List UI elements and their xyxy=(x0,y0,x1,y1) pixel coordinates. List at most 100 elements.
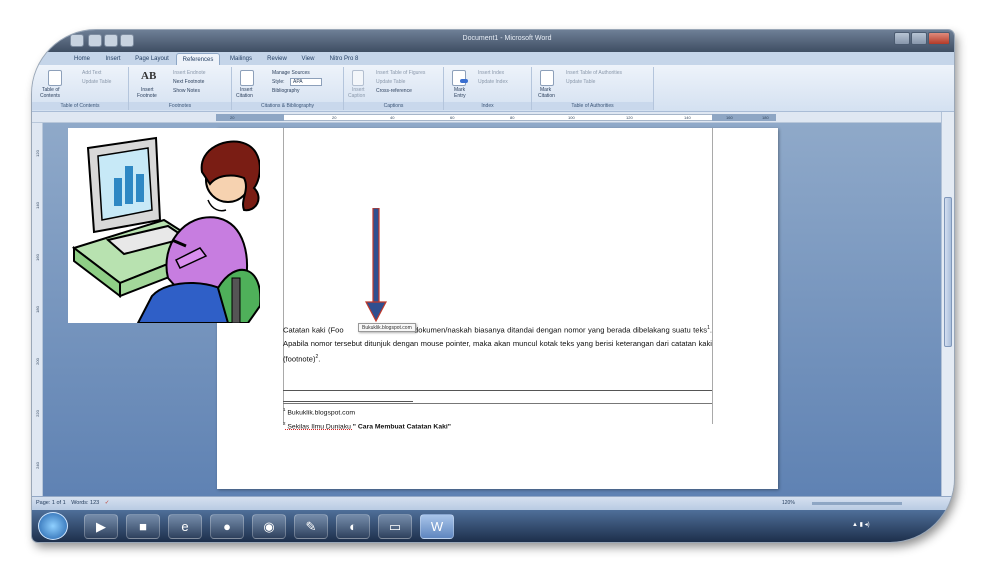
footnote-title: " Cara Membuat Catatan Kaki" xyxy=(352,423,451,431)
group-label: Table of Contents xyxy=(32,102,128,110)
update-table-button[interactable]: Update Table xyxy=(82,79,111,86)
status-text: Page: 1 of 1 Words: 123 ✓ xyxy=(36,500,109,506)
window-title: Document1 - Microsoft Word xyxy=(462,35,552,42)
style-label: Style: xyxy=(272,79,285,85)
ruler-tick: 80 xyxy=(510,115,515,120)
taskbar: ▶ ■ e ● ◉ ✎ ◐ ▭ W ▲ ▮ ◂) xyxy=(32,510,954,542)
footnotes[interactable]: 1 Bukuklik.blogspot.com 2 Sekilas Ilmu D… xyxy=(283,405,712,433)
arrow-icon xyxy=(460,79,468,83)
group-label: Citations & Bibliography xyxy=(232,102,343,110)
ribbon: Table of Contents Add Text Update Table … xyxy=(32,65,954,112)
ruler-tick: 100 xyxy=(568,115,575,120)
vertical-scrollbar[interactable] xyxy=(941,112,954,496)
paragraph[interactable]: Catatan kaki (Foo dokumen/naskah biasany… xyxy=(283,322,712,366)
document-page[interactable]: Catatan kaki (Foo dokumen/naskah biasany… xyxy=(217,128,778,489)
maximize-button[interactable] xyxy=(911,32,927,45)
update-table-authorities-button[interactable]: Update Table xyxy=(566,79,595,86)
horizontal-ruler[interactable]: 20 20 40 60 80 100 120 140 160 180 xyxy=(32,112,954,123)
firefox-icon[interactable]: ● xyxy=(210,514,244,539)
word-app-icon[interactable]: W xyxy=(420,514,454,539)
save-icon[interactable] xyxy=(88,34,102,47)
mark-entry-label: Entry xyxy=(454,93,466,99)
window-app-icon[interactable]: ▭ xyxy=(378,514,412,539)
mark-entry-icon xyxy=(452,70,466,86)
manage-sources-button[interactable]: Manage Sources xyxy=(272,70,310,77)
group-table-of-authorities: Mark Citation Insert Table of Authoritie… xyxy=(532,67,654,110)
zoom-slider[interactable] xyxy=(812,502,902,505)
table-of-contents-icon xyxy=(48,70,62,86)
add-text-button[interactable]: Add Text xyxy=(82,70,101,77)
browser-icon[interactable]: e xyxy=(168,514,202,539)
chrome-icon[interactable]: ◉ xyxy=(252,514,286,539)
footnote-2: 2 Sekilas Ilmu Duniaku " Cara Membuat Ca… xyxy=(283,419,712,433)
bibliography-button[interactable]: Bibliography xyxy=(272,88,300,95)
margin-guide xyxy=(712,128,713,424)
ruler-tick: 140 xyxy=(684,115,691,120)
footnote-text: Bukuklik.blogspot.com xyxy=(285,409,356,417)
app-icon[interactable]: ◐ xyxy=(336,514,370,539)
tab-mailings[interactable]: Mailings xyxy=(224,53,258,65)
scrollbar-thumb[interactable] xyxy=(944,197,952,347)
update-index-button[interactable]: Update Index xyxy=(478,79,508,86)
footnote-separator xyxy=(283,401,413,402)
cross-reference-button[interactable]: Cross-reference xyxy=(376,88,412,95)
insert-citation-label: Citation xyxy=(236,93,253,99)
ruler-tick: 200 xyxy=(34,358,40,365)
vertical-ruler[interactable]: 120 140 160 180 200 220 240 xyxy=(32,123,43,496)
ruler-left-margin[interactable] xyxy=(216,114,284,121)
style-select[interactable]: APA xyxy=(290,78,322,86)
insert-table-of-authorities-button[interactable]: Insert Table of Authorities xyxy=(566,70,622,77)
proofing-icon[interactable]: ✓ xyxy=(105,500,110,506)
tab-view[interactable]: View xyxy=(294,53,322,65)
group-captions: Insert Caption Insert Table of Figures U… xyxy=(344,67,444,110)
ruler-tick: 220 xyxy=(34,410,40,417)
zoom-level[interactable]: 120% xyxy=(782,500,795,506)
ruler-tick: 20 xyxy=(332,115,337,120)
ruler-tick: 20 xyxy=(230,115,235,120)
group-citations: Insert Citation Manage Sources Style: AP… xyxy=(232,67,344,110)
minimize-button[interactable] xyxy=(894,32,910,45)
group-footnotes: AB Insert Footnote Insert Endnote Next F… xyxy=(129,67,232,110)
tab-insert[interactable]: Insert xyxy=(98,53,128,65)
divider xyxy=(283,403,712,404)
insert-footnote-label: Footnote xyxy=(137,93,157,99)
pointer-arrow-icon xyxy=(365,208,387,323)
start-button[interactable] xyxy=(38,512,68,540)
show-notes-button[interactable]: Show Notes xyxy=(173,88,200,95)
insert-citation-icon xyxy=(240,70,254,86)
insert-table-of-figures-button[interactable]: Insert Table of Figures xyxy=(376,70,425,77)
paragraph-end: . xyxy=(318,354,321,364)
tool-icon[interactable]: ✎ xyxy=(294,514,328,539)
insert-index-button[interactable]: Insert Index xyxy=(478,70,504,77)
insert-endnote-button[interactable]: Insert Endnote xyxy=(173,70,206,77)
word-count[interactable]: Words: 123 xyxy=(71,500,99,506)
tab-page-layout[interactable]: Page Layout xyxy=(130,53,174,65)
group-label: Captions xyxy=(344,102,443,110)
ruler-tick: 60 xyxy=(450,115,455,120)
group-label: Index xyxy=(444,102,531,110)
insert-caption-icon xyxy=(352,70,364,86)
next-footnote-button[interactable]: Next Footnote xyxy=(173,79,204,86)
redo-icon[interactable] xyxy=(120,34,134,47)
footnote-text: Sekilas Ilmu Duniaku xyxy=(285,423,353,431)
paragraph-text: Catatan kaki (Foo xyxy=(283,325,344,335)
ruler-tick: 120 xyxy=(626,115,633,120)
close-button[interactable] xyxy=(928,32,950,45)
tab-references[interactable]: References xyxy=(176,53,220,65)
ruler-tick: 180 xyxy=(34,306,40,313)
update-table-captions-button[interactable]: Update Table xyxy=(376,79,405,86)
tab-review[interactable]: Review xyxy=(262,53,292,65)
ruler-tick: 180 xyxy=(762,115,769,120)
system-tray[interactable]: ▲ ▮ ◂) xyxy=(852,521,870,528)
page-count[interactable]: Page: 1 of 1 xyxy=(36,500,66,506)
tab-nitro[interactable]: Nitro Pro 8 xyxy=(324,53,364,65)
insert-footnote-icon: AB xyxy=(141,70,157,82)
media-player-icon[interactable]: ▶ xyxy=(84,514,118,539)
office-button[interactable] xyxy=(70,34,84,47)
folder-icon[interactable]: ■ xyxy=(126,514,160,539)
group-label: Table of Authorities xyxy=(532,102,653,110)
screenshot-frame: Document1 - Microsoft Word Home Insert P… xyxy=(32,30,954,542)
tab-home[interactable]: Home xyxy=(68,53,96,65)
undo-icon[interactable] xyxy=(104,34,118,47)
ruler-tick: 40 xyxy=(390,115,395,120)
